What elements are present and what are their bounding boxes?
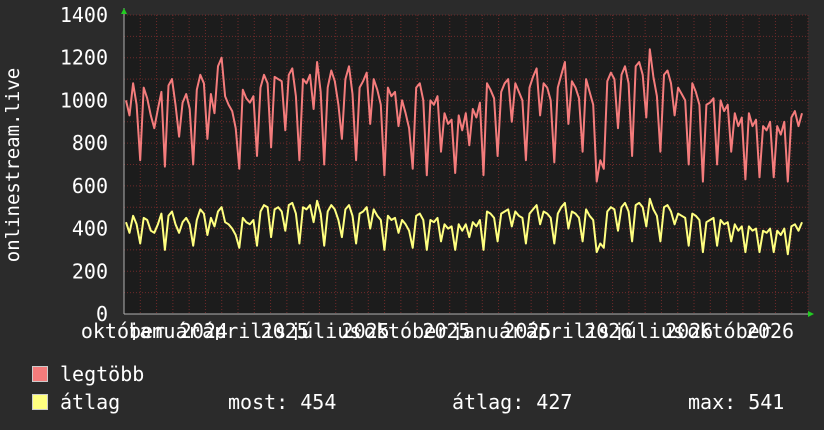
x-axis-arrow: [808, 311, 814, 317]
y-tick-label: 800: [72, 131, 108, 155]
x-tick-label: 2026: [746, 319, 794, 340]
stat-max: max: 541: [688, 390, 785, 414]
y-tick-label: 1000: [60, 88, 108, 112]
stat-average: átlag: 427: [452, 390, 573, 414]
legend-row-avg: átlag most: 454 átlag: 427 max: 541: [32, 391, 824, 413]
y-tick-label: 600: [72, 174, 108, 198]
y-tick-label: 200: [72, 259, 108, 283]
y-axis-arrow: [121, 8, 127, 14]
y-axis-label: onlinestream.live: [2, 68, 24, 262]
y-tick-label: 1400: [60, 3, 108, 27]
stat-current: most: 454: [228, 390, 337, 414]
legend-swatch-avg: [32, 394, 48, 410]
legend-swatch-max: [32, 366, 48, 382]
legend-label-max: legtöbb: [60, 362, 145, 386]
legend-label-avg: átlag: [60, 390, 121, 414]
y-tick-label: 1200: [60, 46, 108, 70]
chart-svg: 0200400600800100012001400onlinestream.li…: [2, 3, 814, 343]
y-tick-label: 400: [72, 217, 108, 241]
